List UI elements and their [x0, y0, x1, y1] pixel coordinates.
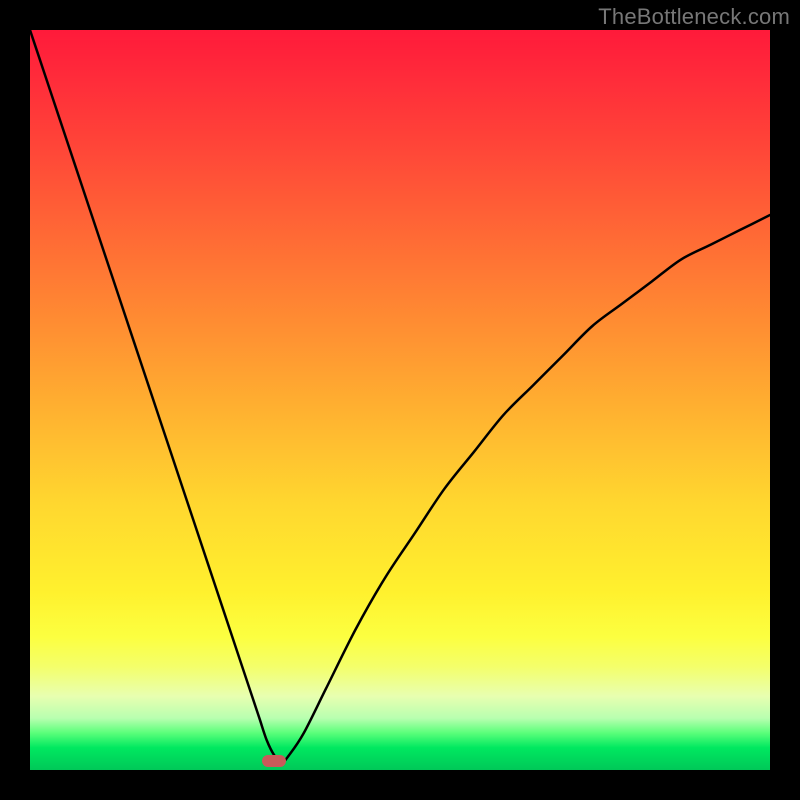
optimal-point-marker: [262, 755, 286, 767]
watermark-text: TheBottleneck.com: [598, 4, 790, 30]
bottleneck-curve: [30, 30, 770, 770]
chart-frame: TheBottleneck.com: [0, 0, 800, 800]
plot-area: [30, 30, 770, 770]
